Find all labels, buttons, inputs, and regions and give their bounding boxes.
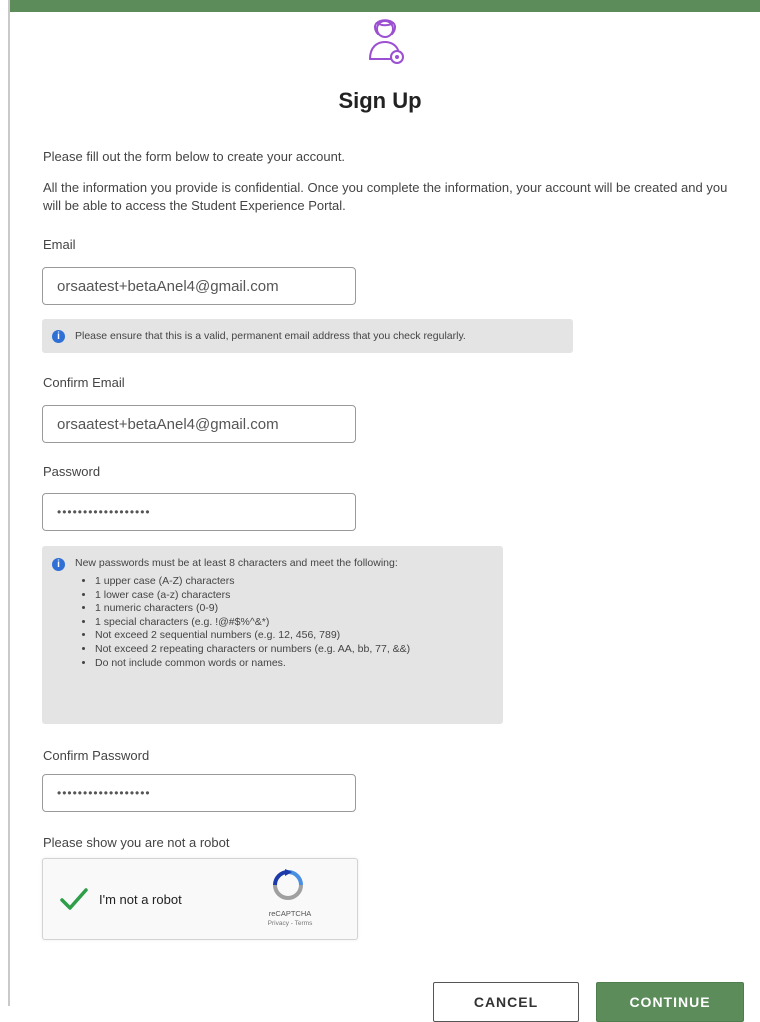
recaptcha-widget: I'm not a robot reCAPTCHA Privacy - Term… (42, 858, 358, 940)
list-item: 1 lower case (a-z) characters (95, 589, 495, 603)
password-rules-intro: New passwords must be at least 8 charact… (75, 557, 398, 569)
info-icon: i (52, 558, 65, 571)
list-item: 1 special characters (e.g. !@#$%^&*) (95, 616, 495, 630)
cancel-button[interactable]: CANCEL (433, 982, 579, 1022)
recaptcha-brand: reCAPTCHA (268, 909, 312, 918)
confirm-email-label: Confirm Email (43, 375, 125, 390)
recaptcha-logo-icon (273, 869, 303, 900)
email-info-note: i Please ensure that this is a valid, pe… (42, 319, 573, 353)
email-note-text: Please ensure that this is a valid, perm… (75, 330, 466, 342)
confirm-password-label: Confirm Password (43, 748, 150, 763)
password-field[interactable] (42, 493, 356, 531)
list-item: Do not include common words or names. (95, 657, 495, 671)
page-left-border (8, 0, 10, 1006)
continue-button[interactable]: CONTINUE (596, 982, 744, 1022)
list-item: Not exceed 2 sequential numbers (e.g. 12… (95, 629, 495, 643)
password-rules-note: i New passwords must be at least 8 chara… (42, 546, 503, 724)
confirm-email-field[interactable] (42, 405, 356, 443)
info-icon: i (52, 330, 65, 343)
captcha-label: I'm not a robot (99, 892, 182, 907)
email-field[interactable] (42, 267, 356, 305)
email-label: Email (43, 237, 76, 252)
captcha-prompt: Please show you are not a robot (43, 835, 230, 850)
confirm-password-field[interactable] (42, 774, 356, 812)
confidentiality-text: All the information you provide is confi… (43, 180, 728, 213)
user-avatar-icon (369, 19, 404, 64)
checkmark-icon (60, 888, 88, 910)
captcha-checkbox[interactable] (59, 885, 89, 915)
recaptcha-privacy-terms[interactable]: Privacy - Terms (255, 920, 325, 927)
password-label: Password (43, 464, 101, 479)
list-item: Not exceed 2 repeating characters or num… (95, 643, 495, 657)
list-item: 1 numeric characters (0-9) (95, 602, 495, 616)
intro-text: Please fill out the form below to create… (43, 149, 346, 164)
top-accent-bar (10, 0, 760, 12)
password-rules-content: New passwords must be at least 8 charact… (75, 557, 495, 670)
password-rules-list: 1 upper case (A-Z) characters 1 lower ca… (75, 575, 495, 670)
page-title: Sign Up (338, 88, 422, 113)
list-item: 1 upper case (A-Z) characters (95, 575, 495, 589)
